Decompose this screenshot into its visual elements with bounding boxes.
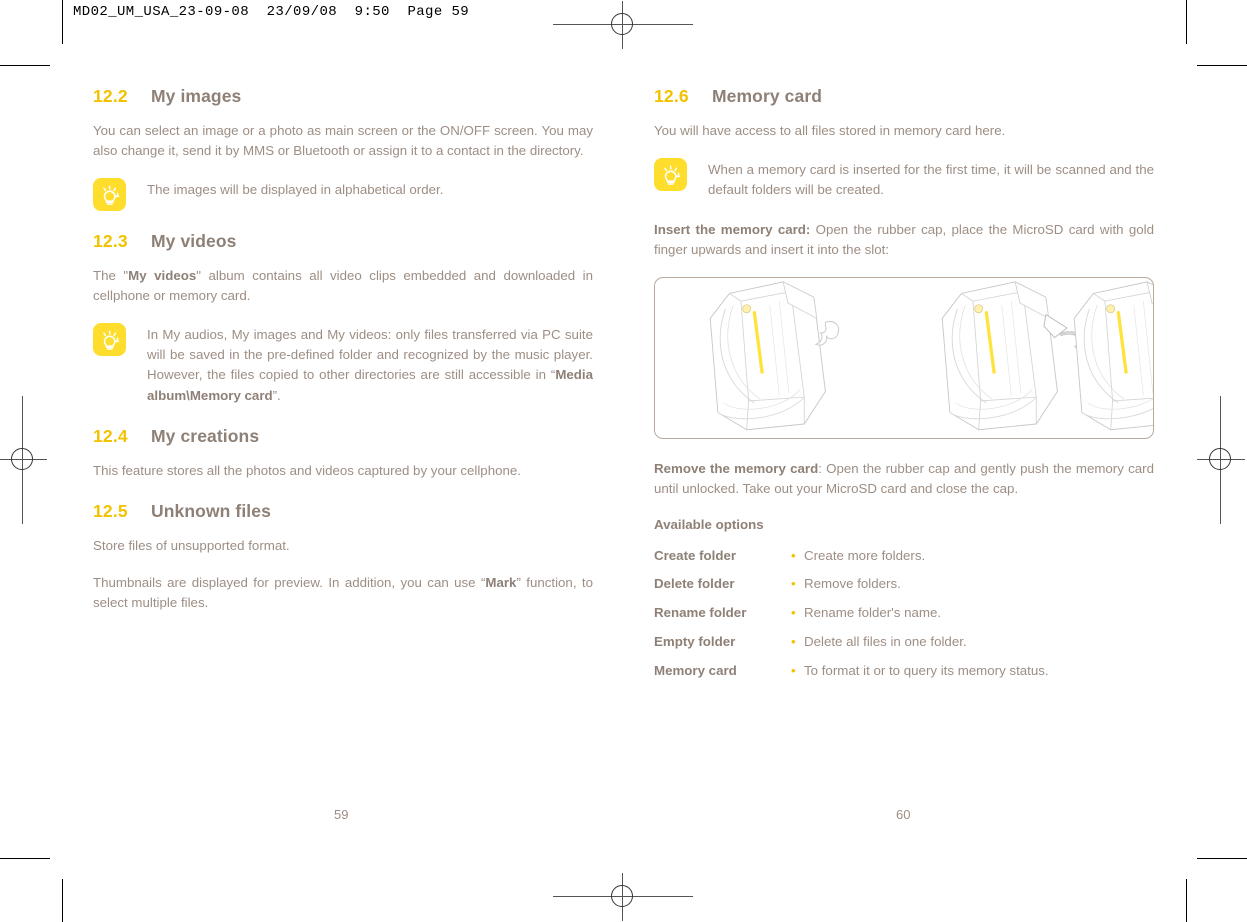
section-12-2: 12.2 My images You can select an image o…	[93, 86, 593, 212]
section-number: 12.4	[93, 425, 128, 446]
tip-text: In My audios, My images and My videos: o…	[147, 327, 593, 403]
bullet-icon: •	[791, 576, 796, 592]
page-number-right: 60	[896, 807, 911, 822]
section-12-3: 12.3 My videos The "My videos" album con…	[93, 231, 593, 405]
section-title: My videos	[151, 231, 237, 252]
paragraph-secondary: Thumbnails are displayed for preview. In…	[93, 574, 593, 610]
paragraph: This feature stores all the photos and v…	[93, 462, 521, 478]
section-12-5: 12.5 Unknown files Store files of unsupp…	[93, 501, 593, 613]
section-number: 12.3	[93, 231, 128, 252]
section-heading-12-3: 12.3 My videos	[93, 231, 593, 252]
tip-text: When a memory card is inserted for the f…	[708, 162, 1154, 198]
crop-mark-bottom-right-horizontal	[1197, 858, 1247, 859]
option-row: Empty folder • Delete all files in one f…	[654, 632, 1154, 652]
tip-note: The images will be displayed in alphabet…	[93, 178, 593, 212]
section-number: 12.2	[93, 86, 128, 106]
left-page-column: 12.2 My images You can select an image o…	[93, 86, 593, 630]
section-title: Memory card	[712, 86, 823, 106]
option-description: Create more folders.	[804, 547, 926, 563]
section-number: 12.6	[654, 86, 689, 106]
paragraph-remove-memory-card: Remove the memory card: Open the rubber …	[654, 461, 1154, 497]
section-heading-12-4: 12.4 My creations	[93, 426, 593, 447]
tip-note: When a memory card is inserted for the f…	[654, 158, 1154, 200]
illustration-step-3	[1072, 280, 1153, 432]
emphasis-text: Mark	[485, 574, 517, 590]
section-heading-12-6: 12.6 Memory card	[654, 86, 1154, 107]
crop-mark-top-right-vertical	[1186, 0, 1187, 44]
option-row: Rename folder • Rename folder's name.	[654, 603, 1154, 623]
memory-card-insertion-diagram	[654, 277, 1154, 440]
section-title: My creations	[151, 425, 260, 446]
tip-text: The images will be displayed in alphabet…	[147, 182, 444, 198]
option-name: Memory card	[654, 663, 737, 679]
section-title: Unknown files	[151, 500, 271, 521]
registration-mark-top	[553, 1, 693, 49]
paragraph: The "My videos" album contains all video…	[93, 268, 594, 304]
bullet-icon: •	[791, 634, 796, 650]
emphasis-text: My videos	[128, 268, 197, 284]
crop-mark-bottom-right-vertical	[1186, 879, 1187, 922]
section-heading-12-2: 12.2 My images	[93, 86, 593, 107]
crop-mark-bottom-left-horizontal	[0, 858, 50, 859]
option-name: Empty folder	[654, 634, 736, 650]
option-description: Rename folder's name.	[804, 605, 942, 621]
paragraph: You can select an image or a photo as ma…	[93, 123, 593, 159]
registration-mark-bottom	[553, 873, 693, 921]
section-title: My images	[151, 86, 242, 106]
option-name: Create folder	[654, 547, 737, 563]
available-options-list: Create folder • Create more folders. Del…	[654, 546, 1154, 682]
bullet-icon: •	[791, 605, 796, 621]
crop-mark-top-left-vertical	[62, 0, 63, 44]
crop-mark-bottom-left-vertical	[62, 879, 63, 922]
option-name: Rename folder	[654, 605, 747, 621]
option-description: Delete all files in one folder.	[804, 634, 967, 650]
illustration-step-1	[708, 280, 840, 432]
tip-note: In My audios, My images and My videos: o…	[93, 323, 593, 405]
section-12-6: 12.6 Memory card You will have access to…	[654, 86, 1154, 681]
crop-mark-top-left-horizontal	[0, 65, 50, 66]
registration-mark-right	[1197, 396, 1245, 524]
lightbulb-tip-icon	[93, 323, 126, 357]
option-description: To format it or to query its memory stat…	[804, 663, 1049, 679]
paragraph-insert-memory-card: Insert the memory card: Open the rubber …	[654, 222, 1154, 258]
crop-mark-top-right-horizontal	[1197, 65, 1247, 66]
section-12-4: 12.4 My creations This feature stores al…	[93, 426, 593, 481]
option-row: Delete folder • Remove folders.	[654, 574, 1154, 594]
right-page-column: 12.6 Memory card You will have access to…	[654, 86, 1154, 691]
section-heading-12-5: 12.5 Unknown files	[93, 501, 593, 522]
option-description: Remove folders.	[804, 576, 901, 592]
emphasis-text: Insert the memory card:	[654, 222, 811, 238]
lightbulb-tip-icon	[93, 178, 126, 212]
option-row: Create folder • Create more folders.	[654, 546, 1154, 566]
available-options-heading: Available options	[654, 516, 764, 532]
bullet-icon: •	[791, 663, 796, 679]
page-number-left: 59	[334, 807, 349, 822]
bullet-icon: •	[791, 547, 796, 563]
registration-mark-left	[0, 396, 47, 524]
page-header-imposition-text: MD02_UM_USA_23-09-08 23/09/08 9:50 Page …	[73, 4, 470, 20]
lightbulb-tip-icon	[654, 158, 687, 192]
option-name: Delete folder	[654, 576, 735, 592]
emphasis-text: Remove the memory card	[654, 461, 819, 477]
paragraph-intro: You will have access to all files stored…	[654, 123, 1006, 138]
option-row: Memory card • To format it or to query i…	[654, 661, 1154, 681]
paragraph: Store files of unsupported format.	[93, 537, 290, 553]
illustration-step-2	[940, 280, 1096, 432]
section-number: 12.5	[93, 500, 128, 521]
